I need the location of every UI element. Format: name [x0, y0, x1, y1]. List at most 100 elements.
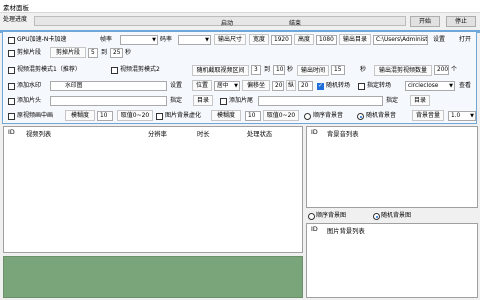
settings-link[interactable]: 设置	[433, 35, 445, 45]
random-transition-label: 随机转场	[326, 82, 351, 89]
video-col-resolution: 分辨率	[148, 131, 167, 138]
blur-input[interactable]: 10	[97, 111, 113, 121]
open-link[interactable]: 打开	[459, 35, 471, 45]
stop-button[interactable]: 停止	[446, 16, 476, 27]
blur-button[interactable]: 模糊度	[65, 110, 95, 121]
mode1-checkbox[interactable]	[8, 67, 15, 74]
position-value: 居中	[217, 83, 229, 89]
outro-assign-link[interactable]: 指定	[386, 96, 398, 106]
watermark-settings-link[interactable]: 设置	[170, 81, 182, 91]
trim-checkbox[interactable]	[8, 50, 15, 57]
progress-start-label: 启动	[221, 20, 234, 27]
mode2-checkbox[interactable]	[111, 67, 118, 74]
width-button[interactable]: 宽度	[249, 34, 269, 45]
trim-unit-label: 秒	[125, 49, 132, 56]
random-transition-checkbox[interactable]	[317, 82, 324, 90]
outro-dir-button[interactable]: 目录	[410, 95, 430, 106]
transition-select[interactable]: circleclose ▼	[405, 81, 455, 91]
blur2-button[interactable]: 模糊度	[211, 110, 241, 121]
blur2-range-button[interactable]: 取值0~20	[263, 110, 299, 121]
trim-from-input[interactable]: 5	[88, 48, 98, 58]
intro-path-input[interactable]	[50, 96, 167, 106]
chevron-down-icon: ▼	[470, 113, 474, 119]
transition-value: circleclose	[408, 83, 439, 89]
intro-label: 添加片头	[17, 97, 42, 104]
out-count-button[interactable]: 输出混剪视频数量	[374, 65, 432, 76]
intro-dir-button[interactable]: 目录	[193, 95, 213, 106]
outro-label: 添加片尾	[229, 97, 254, 104]
bitrate-select[interactable]: ▼	[178, 35, 211, 45]
range-from-input[interactable]: 3	[251, 65, 261, 75]
random-music-radio[interactable]	[357, 113, 364, 120]
x-offset-input[interactable]: 20	[272, 81, 284, 91]
height-input[interactable]: 1080	[316, 35, 337, 45]
watermark-label: 添加水印	[17, 82, 42, 89]
gpu-label: GPU加速-N卡加速	[17, 36, 67, 43]
trim-to-input[interactable]: 25	[110, 48, 123, 58]
chevron-down-icon: ▼	[205, 37, 209, 43]
intro-checkbox[interactable]	[8, 98, 15, 105]
framerate-select[interactable]: ▼	[120, 35, 158, 45]
seq-music-radio[interactable]	[304, 113, 311, 120]
range-unit-label: 秒	[287, 66, 294, 73]
random-range-button[interactable]: 随机截取视频区间	[192, 65, 249, 76]
out-count-unit: 个	[451, 66, 458, 73]
start-button[interactable]: 开始	[410, 16, 440, 27]
volume-select[interactable]: 1.0 ▼	[448, 111, 476, 121]
volume-value: 1.0	[451, 113, 461, 119]
volume-button[interactable]: 背景音量	[412, 110, 444, 121]
random-image-radio[interactable]	[373, 213, 380, 220]
height-button[interactable]: 高度	[294, 34, 314, 45]
progress-bar: 启动 结束	[34, 16, 406, 27]
mode1-label: 视频混剪模式1（推荐）	[17, 66, 81, 73]
video-col-status: 处理状态	[247, 131, 273, 138]
video-col-list: 视频列表	[26, 131, 52, 138]
bgimg-blur-checkbox[interactable]	[156, 113, 163, 120]
framerate-label: 帧率	[100, 36, 113, 43]
position-button[interactable]: 位置	[192, 80, 212, 91]
position-select[interactable]: 居中 ▼	[214, 81, 240, 91]
out-time-button[interactable]: 输出时间	[297, 65, 329, 76]
status-label: 处理进度	[3, 16, 28, 23]
pip-checkbox[interactable]	[8, 113, 15, 120]
out-size-button[interactable]: 输出尺寸	[214, 34, 246, 45]
out-count-input[interactable]: 200	[434, 65, 449, 75]
window-title: 素材面板	[3, 4, 29, 12]
out-time-unit: 秒	[360, 66, 367, 73]
trim-label: 剪掉片段	[17, 49, 42, 56]
random-image-label: 随机背景图	[381, 212, 412, 219]
gpu-checkbox[interactable]	[8, 37, 15, 44]
range-to-input[interactable]: 10	[273, 65, 285, 75]
video-table[interactable]: ID 视频列表 分辨率 时长 处理状态	[3, 126, 303, 253]
watermark-checkbox[interactable]	[8, 83, 15, 90]
music-table[interactable]: ID 背景音列表	[306, 126, 478, 208]
outro-path-input[interactable]	[258, 96, 383, 106]
out-dir-input[interactable]: C:\Users\Administrat	[373, 35, 428, 45]
y-offset-input[interactable]: 20	[298, 81, 313, 91]
image-table[interactable]: ID 图片背景列表	[306, 223, 478, 298]
y-offset-button[interactable]: 纵	[286, 80, 296, 91]
watermark-path-input[interactable]: 水印图	[50, 81, 167, 91]
seq-image-radio[interactable]	[308, 213, 315, 220]
blur2-input[interactable]: 10	[245, 111, 261, 121]
out-dir-button[interactable]: 输出目录	[339, 34, 371, 45]
chevron-down-icon: ▼	[152, 37, 156, 43]
out-time-input[interactable]: 15	[331, 65, 345, 75]
music-col-list: 背景音列表	[327, 131, 359, 138]
log-area[interactable]	[3, 256, 303, 298]
range-to-label: 到	[264, 66, 271, 73]
outro-checkbox[interactable]	[220, 98, 227, 105]
image-col-list: 图片背景列表	[327, 228, 365, 235]
fixed-transition-checkbox[interactable]	[358, 83, 365, 90]
chevron-down-icon: ▼	[234, 83, 238, 89]
preview-link[interactable]: 查看	[459, 81, 471, 91]
width-input[interactable]: 1920	[271, 35, 292, 45]
seq-music-label: 顺序背景音	[313, 112, 344, 119]
progress-end-label: 结束	[289, 20, 302, 27]
trim-section-button[interactable]: 剪掉片段	[50, 47, 86, 58]
fixed-transition-label: 指定转场	[367, 82, 392, 89]
x-offset-button[interactable]: 偏移坐	[242, 80, 270, 91]
intro-assign-link[interactable]: 指定	[170, 96, 182, 106]
pip-label: 原视频画中画	[17, 112, 54, 119]
blur-range-button[interactable]: 取值0~20	[117, 110, 153, 121]
